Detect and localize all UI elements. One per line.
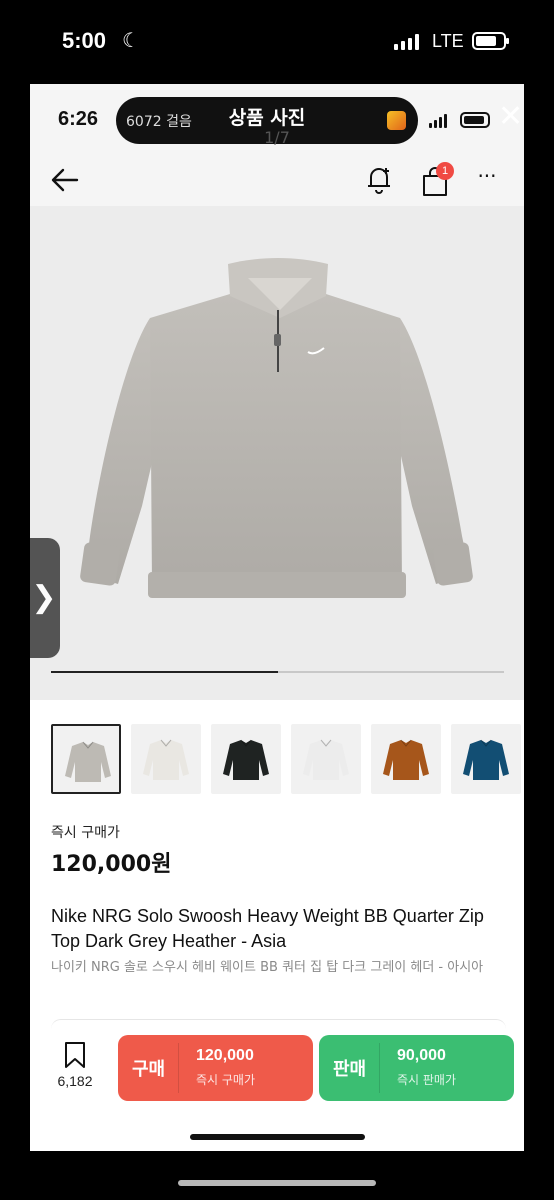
buy-sublabel: 즉시 구매가 bbox=[196, 1073, 256, 1087]
thumbnail[interactable] bbox=[451, 724, 521, 794]
app-screen: 6:26 6072 걸음 상품 사진 1/7 ✕ 1 ··· ❯ 즉시 구매가 … bbox=[30, 84, 524, 1151]
home-indicator[interactable] bbox=[190, 1134, 365, 1140]
gallery-progress bbox=[51, 671, 504, 673]
thumbnail-sweatshirt-icon bbox=[65, 741, 111, 782]
bookmark-icon bbox=[65, 1042, 85, 1068]
notification-bell-icon[interactable] bbox=[364, 164, 394, 194]
thumbnail-sweatshirt-icon bbox=[143, 739, 189, 780]
buy-separator bbox=[178, 1043, 179, 1093]
product-price: 120,000원 bbox=[51, 852, 172, 877]
wishlist-count: 6,182 bbox=[57, 1073, 93, 1089]
buy-button[interactable]: 구매 120,000 즉시 구매가 bbox=[118, 1035, 313, 1101]
app-header: 1 ··· bbox=[30, 158, 524, 206]
product-name-korean: 나이키 NRG 솔로 스우시 헤비 웨이트 BB 쿼터 집 탑 다크 그레이 헤… bbox=[51, 960, 484, 975]
thumbnail[interactable] bbox=[371, 724, 441, 794]
outer-home-indicator[interactable] bbox=[178, 1180, 376, 1186]
product-name-english: Nike NRG Solo Swoosh Heavy Weight BB Qua… bbox=[51, 906, 484, 951]
battery-icon bbox=[472, 32, 509, 50]
wishlist-button[interactable]: 6,182 bbox=[48, 1041, 102, 1097]
thumbnail[interactable] bbox=[211, 724, 281, 794]
sell-price: 90,000 bbox=[397, 1047, 446, 1064]
thumbnail-sweatshirt-icon bbox=[383, 739, 429, 780]
thumbnail-sweatshirt-icon bbox=[223, 739, 269, 780]
inner-signal-icon bbox=[429, 114, 447, 128]
next-image-button[interactable]: ❯ bbox=[30, 538, 60, 658]
viewer-title: 상품 사진 bbox=[228, 107, 306, 129]
sell-separator bbox=[379, 1043, 380, 1093]
price-label: 즉시 구매가 bbox=[51, 825, 120, 841]
thumbnail-sweatshirt-icon bbox=[303, 739, 349, 780]
product-image bbox=[80, 258, 473, 598]
thumbnail[interactable] bbox=[51, 724, 121, 794]
cart-badge: 1 bbox=[436, 162, 454, 180]
cart-button[interactable]: 1 bbox=[420, 162, 456, 196]
sell-button[interactable]: 판매 90,000 즉시 판매가 bbox=[319, 1035, 514, 1101]
product-image-gallery[interactable]: ❯ bbox=[30, 206, 524, 700]
inner-top-area: 6:26 6072 걸음 상품 사진 1/7 ✕ 1 ··· bbox=[30, 84, 524, 206]
buy-price: 120,000 bbox=[196, 1047, 254, 1064]
section-divider bbox=[51, 1019, 506, 1029]
outer-clock: 5:00 bbox=[62, 28, 107, 53]
gallery-progress-fill bbox=[51, 671, 278, 673]
bottom-action-bar: 6,182 구매 120,000 즉시 구매가 판매 90,000 즉시 판매가 bbox=[30, 1029, 524, 1109]
thumbnail-strip bbox=[51, 724, 524, 794]
network-type: LTE bbox=[432, 31, 464, 51]
thumbnail[interactable] bbox=[131, 724, 201, 794]
inner-battery-icon bbox=[460, 112, 490, 128]
signal-icon bbox=[394, 34, 419, 50]
moon-icon: ☾ bbox=[122, 28, 140, 52]
sell-sublabel: 즉시 판매가 bbox=[397, 1073, 457, 1087]
buy-label: 구매 bbox=[132, 1059, 166, 1080]
outer-status-bar: 5:00 ☾ LTE bbox=[0, 0, 554, 84]
photo-counter: 1/7 bbox=[264, 128, 290, 147]
sell-label: 판매 bbox=[333, 1059, 367, 1080]
thumbnail[interactable] bbox=[291, 724, 361, 794]
thumbnail-sweatshirt-icon bbox=[463, 739, 509, 780]
back-arrow-icon[interactable] bbox=[50, 166, 80, 194]
close-icon[interactable]: ✕ bbox=[498, 102, 523, 132]
more-options-icon[interactable]: ··· bbox=[474, 166, 500, 192]
